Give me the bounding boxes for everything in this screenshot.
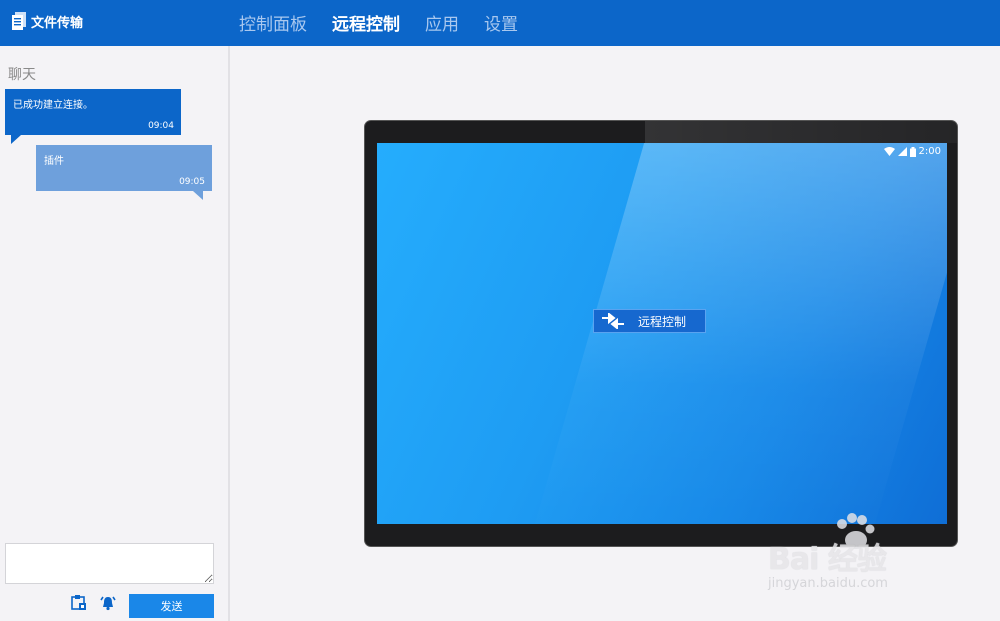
message-time: 09:05 bbox=[179, 177, 205, 187]
screen-gloss bbox=[526, 143, 947, 524]
battery-icon bbox=[909, 146, 916, 157]
watermark-url: jingyan.baidu.com bbox=[768, 576, 888, 591]
frame-gloss bbox=[645, 121, 957, 143]
status-bar: 2:00 bbox=[883, 146, 941, 157]
message-outgoing: 已成功建立连接。 09:04 bbox=[5, 89, 181, 144]
baidu-watermark: Bai 经验 jingyan.baidu.com bbox=[762, 512, 962, 602]
tab-remote-control[interactable]: 远程控制 bbox=[332, 14, 400, 36]
top-bar: 文件传输 控制面板 远程控制 应用 设置 bbox=[0, 0, 1000, 46]
tablet-frame: 2:00 远程控制 bbox=[364, 120, 958, 547]
chat-input[interactable] bbox=[5, 543, 214, 584]
alarm-icon[interactable] bbox=[100, 595, 116, 611]
chat-title: 聊天 bbox=[8, 67, 36, 83]
chat-panel: 聊天 已成功建立连接。 09:04 插件 09:05 发送 bbox=[0, 46, 230, 621]
tab-control-panel[interactable]: 控制面板 bbox=[239, 14, 307, 36]
watermark-brand: Bai 经验 bbox=[768, 542, 887, 577]
tab-settings[interactable]: 设置 bbox=[484, 14, 518, 36]
main-nav: 控制面板 远程控制 应用 设置 bbox=[239, 14, 543, 36]
status-time: 2:00 bbox=[918, 146, 941, 157]
remote-control-label: 远程控制 bbox=[638, 314, 687, 329]
document-icon bbox=[12, 12, 26, 30]
message-text: 已成功建立连接。 bbox=[13, 100, 93, 111]
app-title[interactable]: 文件传输 bbox=[12, 10, 83, 32]
tab-apps[interactable]: 应用 bbox=[425, 14, 459, 36]
remote-control-button[interactable]: 远程控制 bbox=[593, 309, 706, 333]
message-time: 09:04 bbox=[148, 121, 174, 131]
app-title-label: 文件传输 bbox=[31, 15, 84, 31]
wifi-icon bbox=[883, 147, 895, 156]
file-transfer-icon[interactable] bbox=[71, 595, 87, 611]
device-screen[interactable]: 2:00 远程控制 bbox=[377, 143, 947, 524]
signal-icon bbox=[897, 147, 907, 156]
message-text: 插件 bbox=[44, 156, 64, 167]
swap-arrows-icon bbox=[602, 313, 624, 329]
message-incoming: 插件 09:05 bbox=[36, 145, 212, 200]
send-button[interactable]: 发送 bbox=[129, 594, 214, 618]
